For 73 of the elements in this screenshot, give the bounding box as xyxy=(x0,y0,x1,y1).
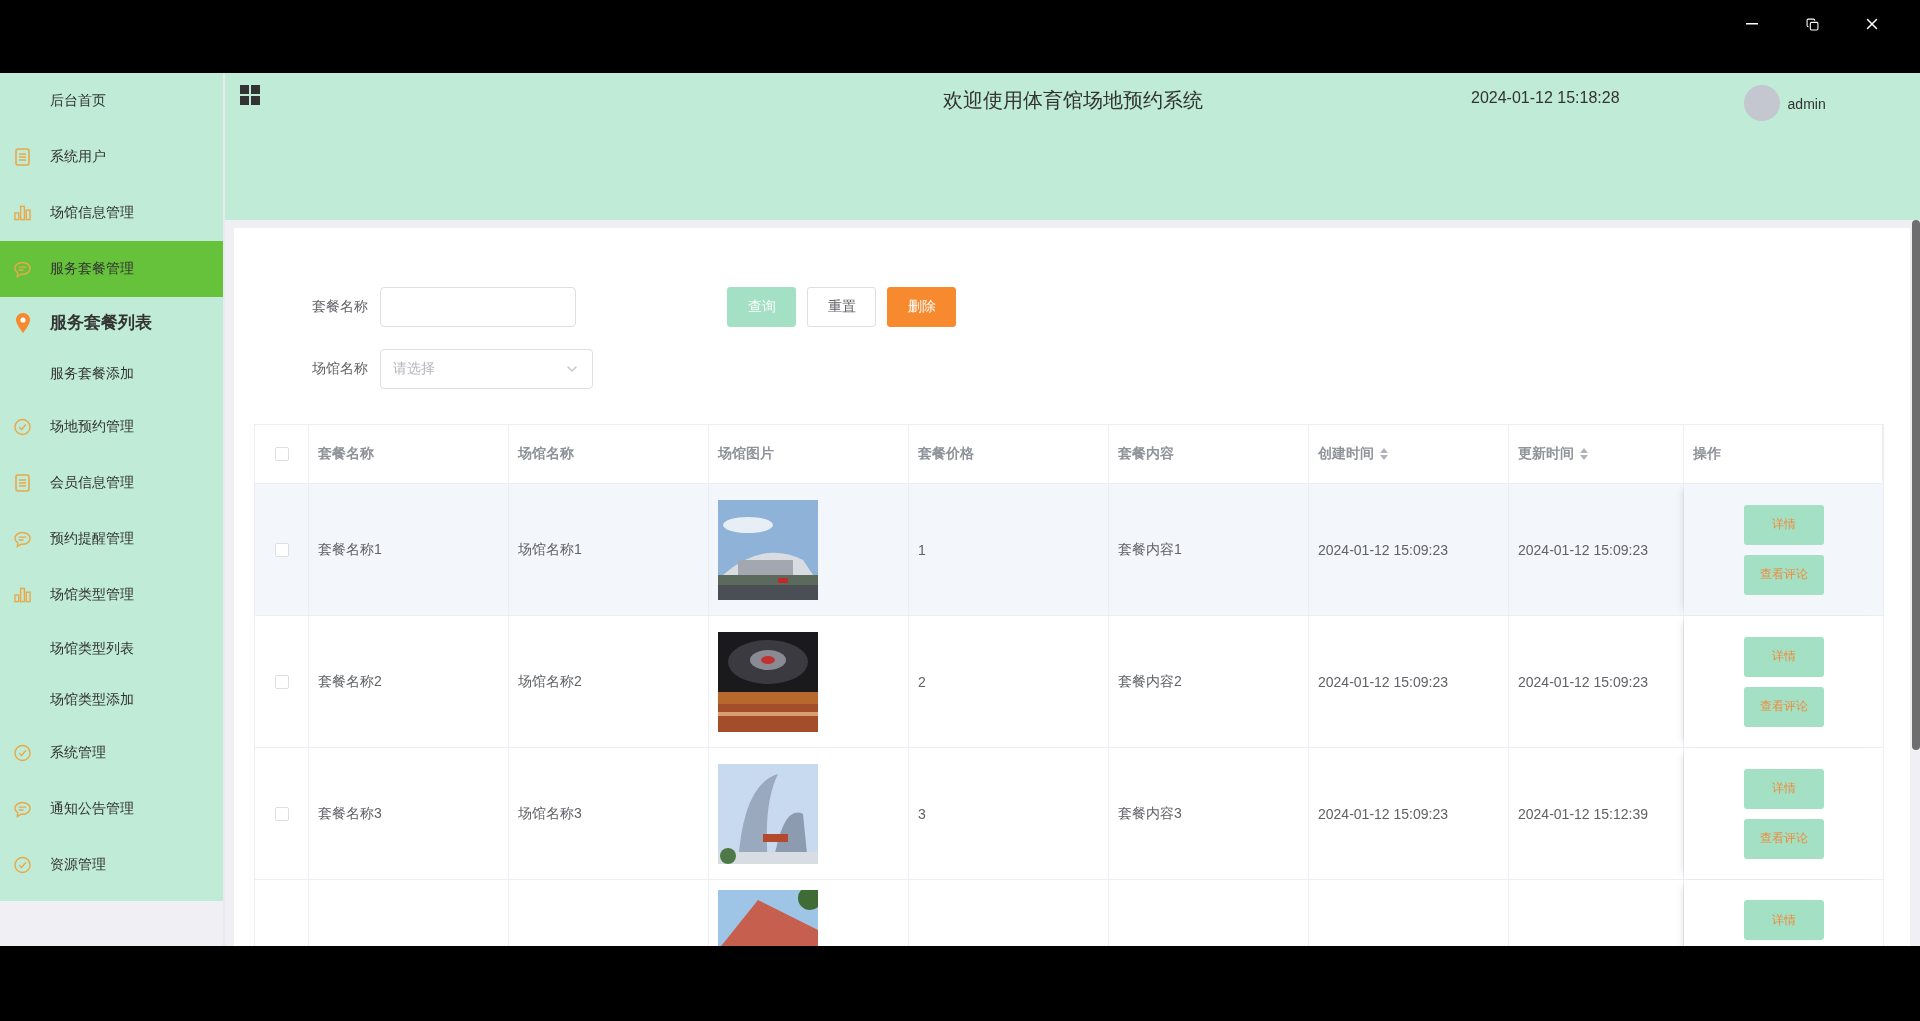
column-header: 套餐内容 xyxy=(1118,445,1174,463)
location-pin-icon xyxy=(15,312,30,333)
sort-icon[interactable] xyxy=(1580,448,1588,460)
sidebar-subitem[interactable]: 服务套餐列表 xyxy=(0,297,223,348)
current-datetime: 2024-01-12 15:18:28 xyxy=(1471,89,1620,107)
sidebar-item[interactable]: 场馆信息管理 xyxy=(0,185,223,241)
table-cell: 场馆名称2 xyxy=(518,672,582,691)
document-icon xyxy=(15,474,30,492)
check-circle-icon xyxy=(14,744,31,762)
table-cell: 2 xyxy=(918,673,926,690)
table-row[interactable]: 套餐名称1 场馆名称1 1 套餐内容1 2024-01-12 15:09:23 2024-01-12 15:09:23 详情 查看评论 xyxy=(255,484,1883,616)
sidebar-item[interactable]: 预约提醒管理 xyxy=(0,511,223,567)
checkbox[interactable] xyxy=(274,674,289,689)
table-cell: 2024-01-12 15:09:23 xyxy=(1318,805,1448,822)
table-cell: 套餐名称2 xyxy=(318,672,382,691)
table-cell: 场馆名称3 xyxy=(518,804,582,823)
bar-chart-icon xyxy=(14,587,31,603)
table-row[interactable]: 套餐名称3 场馆名称3 3 套餐内容3 2024-01-12 15:09:23 2024-01-12 15:12:39 详情 查看评论 xyxy=(255,748,1883,880)
table-cell: 套餐内容1 xyxy=(1118,540,1182,559)
chat-icon xyxy=(14,260,31,278)
column-header: 场馆图片 xyxy=(718,445,774,463)
document-icon xyxy=(15,148,30,166)
checkbox[interactable] xyxy=(274,542,289,557)
table-cell: 套餐名称3 xyxy=(318,804,382,823)
avatar[interactable] xyxy=(1743,85,1780,121)
sidebar-item[interactable]: 服务套餐管理 xyxy=(0,241,223,297)
sidebar-item[interactable]: 系统管理 xyxy=(0,725,223,781)
checkbox[interactable] xyxy=(274,447,289,461)
sidebar-item[interactable]: 场地预约管理 xyxy=(0,399,223,455)
sidebar-subitem[interactable]: 服务套餐添加 xyxy=(0,348,223,399)
username[interactable]: admin xyxy=(1787,96,1826,112)
sidebar-item[interactable]: 后台首页 xyxy=(0,73,223,129)
column-header: 套餐价格 xyxy=(918,445,974,463)
sort-icon[interactable] xyxy=(1380,448,1388,460)
sidebar-item[interactable]: 会员信息管理 xyxy=(0,455,223,511)
sidebar-item[interactable]: 场馆类型管理 xyxy=(0,567,223,623)
table-cell: 2024-01-12 15:09:23 xyxy=(1318,673,1448,690)
table-cell: 2024-01-12 15:09:23 xyxy=(1318,541,1448,558)
column-header: 套餐名称 xyxy=(318,445,374,463)
column-header: 更新时间 xyxy=(1518,445,1574,463)
grid-menu-icon[interactable] xyxy=(240,85,260,105)
table-cell: 2024-01-12 15:09:23 xyxy=(1518,673,1648,690)
table-row[interactable]: 套餐名称2 场馆名称2 2 套餐内容2 2024-01-12 15:09:23 2024-01-12 15:09:23 详情 查看评论 xyxy=(255,616,1883,748)
table-cell: 场馆名称1 xyxy=(518,540,582,559)
reset-button[interactable]: 重置 xyxy=(807,287,876,327)
field-label: 场馆名称 xyxy=(311,360,369,378)
minimize-icon xyxy=(1746,23,1758,25)
input-field[interactable] xyxy=(380,287,576,327)
scrollbar[interactable] xyxy=(1912,220,1920,750)
table-cell: 套餐内容3 xyxy=(1118,804,1182,823)
field-label: 套餐名称 xyxy=(311,298,369,316)
sidebar-subitem[interactable]: 场馆类型添加 xyxy=(0,674,223,725)
table-cell: 2024-01-12 15:09:23 xyxy=(1518,541,1648,558)
sidebar-item[interactable]: 系统用户 xyxy=(0,129,223,185)
chat-icon xyxy=(14,530,31,548)
table-cell: 1 xyxy=(918,541,926,558)
checkbox[interactable] xyxy=(274,806,289,821)
check-circle-icon xyxy=(14,856,31,874)
column-header: 创建时间 xyxy=(1318,445,1374,463)
table-cell: 3 xyxy=(918,805,926,822)
bar-chart-icon xyxy=(14,205,31,221)
table-cell: 套餐名称1 xyxy=(318,540,382,559)
column-header: 操作 xyxy=(1693,445,1721,463)
chat-icon xyxy=(14,800,31,818)
column-header: 场馆名称 xyxy=(518,445,574,463)
sidebar-subitem[interactable]: 场馆类型列表 xyxy=(0,623,223,674)
table-cell: 2024-01-12 15:12:39 xyxy=(1518,805,1648,822)
app-title: 欢迎使用体育馆场地预约系统 xyxy=(943,88,1203,113)
check-circle-icon xyxy=(14,418,31,436)
sidebar-item[interactable]: 资源管理 xyxy=(0,837,223,893)
sidebar-item[interactable]: 通知公告管理 xyxy=(0,781,223,837)
restore-icon xyxy=(1805,17,1819,31)
table-cell: 套餐内容2 xyxy=(1118,672,1182,691)
